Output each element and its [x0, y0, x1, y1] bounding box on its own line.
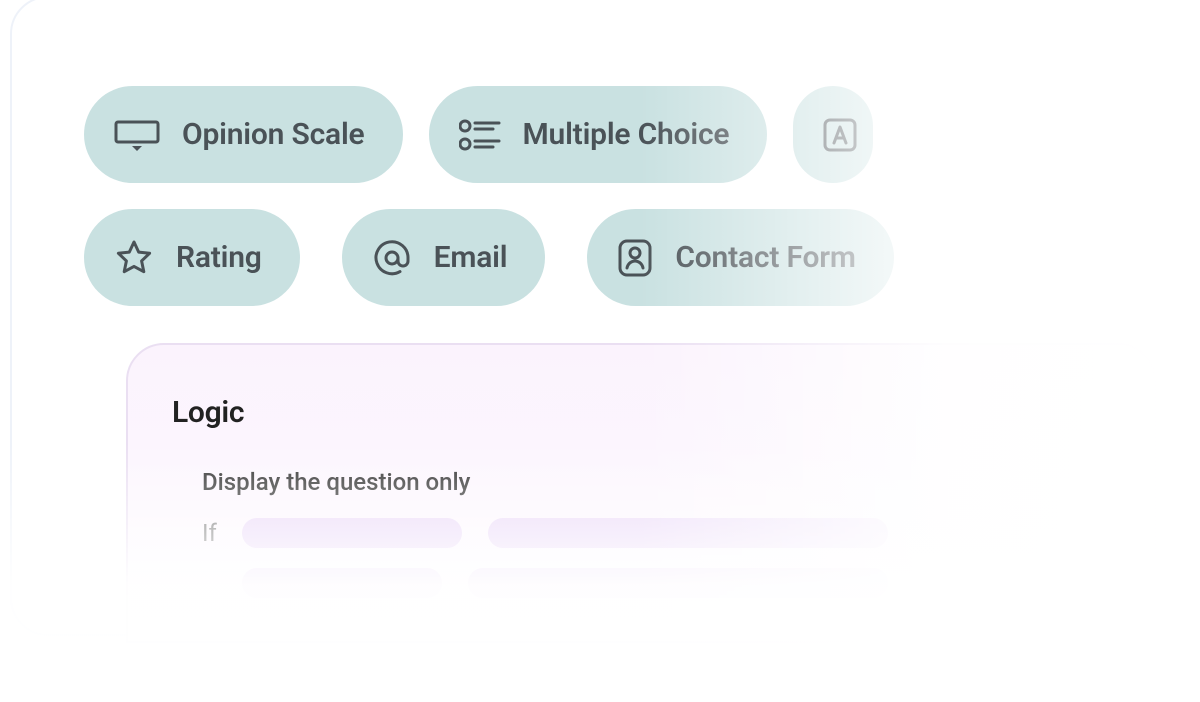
app-canvas: Opinion Scale Multiple Choice	[0, 0, 1200, 702]
letter-a-icon	[823, 118, 857, 152]
star-icon	[114, 238, 154, 278]
chip-label: Rating	[176, 240, 262, 275]
logic-subtitle: Display the question only	[202, 468, 1110, 496]
chip-partial[interactable]	[793, 86, 873, 183]
chip-label: Contact Form	[675, 240, 855, 275]
multiple-choice-icon	[459, 116, 501, 154]
condition-value-1[interactable]	[488, 518, 888, 548]
chip-label: Multiple Choice	[523, 117, 730, 152]
chip-label: Email	[434, 240, 508, 275]
condition-field-1[interactable]	[242, 518, 462, 548]
chip-rating[interactable]: Rating	[84, 209, 300, 306]
logic-panel: Logic Display the question only If	[126, 343, 1156, 643]
question-type-row-1: Opinion Scale Multiple Choice	[84, 86, 873, 183]
question-type-row-2: Rating Email	[84, 209, 894, 306]
chip-multiple-choice[interactable]: Multiple Choice	[429, 86, 768, 183]
logic-condition-row-1: If	[202, 518, 1110, 548]
at-sign-icon	[372, 238, 412, 278]
chip-label: Opinion Scale	[182, 117, 365, 152]
opinion-scale-icon	[114, 118, 160, 152]
condition-value-2[interactable]	[468, 568, 888, 598]
chip-opinion-scale[interactable]: Opinion Scale	[84, 86, 403, 183]
main-card: Opinion Scale Multiple Choice	[10, 0, 1190, 636]
chip-contact-form[interactable]: Contact Form	[587, 209, 893, 306]
chip-email[interactable]: Email	[342, 209, 546, 306]
if-label: If	[202, 519, 222, 547]
logic-body: Display the question only If	[172, 468, 1110, 598]
contact-icon	[617, 238, 653, 278]
logic-condition-row-2	[202, 568, 1110, 598]
logic-title: Logic	[172, 395, 1110, 430]
condition-field-2[interactable]	[242, 568, 442, 598]
if-spacer	[202, 569, 222, 597]
